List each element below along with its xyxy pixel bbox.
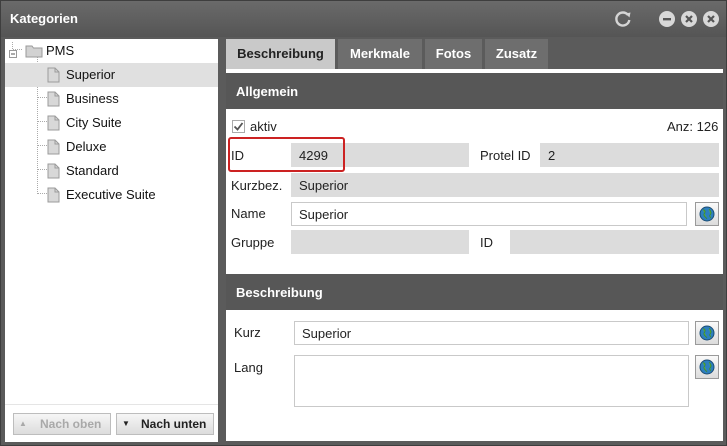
globe-icon	[699, 359, 715, 375]
protel-id-value: 2	[548, 148, 556, 163]
tab-merkmale[interactable]: Merkmale	[338, 39, 422, 69]
title-bar: Kategorien	[1, 1, 726, 37]
document-icon	[47, 115, 60, 134]
globe-icon	[699, 206, 715, 222]
tree-item-label: Standard	[66, 163, 119, 178]
name-value: Superior	[299, 207, 349, 222]
kurz-value: Superior	[302, 326, 352, 341]
document-icon	[47, 187, 60, 206]
close-icon[interactable]	[703, 11, 719, 27]
tree-item-label: City Suite	[66, 115, 122, 130]
move-up-button[interactable]: ▲ Nach oben	[13, 413, 111, 435]
window-title: Kategorien	[10, 11, 78, 26]
tab-fotos[interactable]: Fotos	[425, 39, 482, 69]
category-tree-panel: PMS Superior Business City Suite Deluxe	[5, 39, 218, 442]
document-icon	[47, 139, 60, 158]
tree-item-label: Business	[66, 91, 119, 106]
tree-item-label: Executive Suite	[66, 187, 156, 202]
section-allgemein-title: Allgemein	[236, 84, 299, 99]
gruppe-id-field[interactable]	[510, 230, 719, 254]
gruppe-label: Gruppe	[231, 235, 275, 250]
arrow-up-icon: ▲	[19, 419, 27, 428]
tree-item-superior[interactable]: Superior	[5, 63, 218, 87]
tree-item-city-suite[interactable]: City Suite	[5, 111, 218, 135]
document-icon	[47, 91, 60, 110]
section-beschreibung-title: Beschreibung	[236, 285, 323, 300]
kurz-input[interactable]: Superior	[294, 321, 689, 345]
tree-item-label: Superior	[66, 67, 116, 82]
count-label: Anz: 126	[667, 119, 719, 134]
section-beschreibung: Beschreibung	[226, 274, 723, 310]
kurzbez-value: Superior	[299, 178, 349, 193]
tree-item-deluxe[interactable]: Deluxe	[5, 135, 218, 159]
minimize-icon[interactable]	[659, 11, 675, 27]
details-panel: Allgemein aktiv Anz: 126 ID 4299 Protel …	[226, 69, 723, 441]
move-down-button[interactable]: ▼ Nach unten	[116, 413, 214, 435]
tree-footer: ▲ Nach oben ▼ Nach unten	[5, 404, 218, 442]
tree-item-business[interactable]: Business	[5, 87, 218, 111]
tree-item-executive-suite[interactable]: Executive Suite	[5, 183, 218, 207]
name-label: Name	[231, 206, 266, 221]
gruppe-id-label: ID	[480, 235, 493, 250]
move-up-label: Nach oben	[40, 417, 102, 431]
section-allgemein: Allgemein	[226, 73, 723, 109]
name-translate-button[interactable]	[695, 202, 719, 226]
tree-item-label: Deluxe	[66, 139, 107, 154]
move-down-label: Nach unten	[141, 417, 207, 431]
restore-icon[interactable]	[681, 11, 697, 27]
gruppe-field[interactable]	[291, 230, 469, 254]
document-icon	[47, 67, 60, 86]
aktiv-label: aktiv	[250, 119, 277, 134]
folder-icon	[25, 44, 43, 61]
protel-id-field[interactable]: 2	[540, 143, 719, 167]
globe-icon	[699, 325, 715, 341]
kurzbez-field[interactable]: Superior	[291, 173, 719, 197]
arrow-down-icon: ▼	[122, 419, 130, 428]
checkbox-icon[interactable]	[232, 120, 245, 136]
tree-root-label: PMS	[46, 43, 75, 58]
kurz-label: Kurz	[234, 325, 261, 340]
kurzbez-label: Kurzbez.	[231, 178, 283, 193]
protel-id-label: Protel ID	[480, 148, 531, 163]
tab-zusatz[interactable]: Zusatz	[485, 39, 548, 69]
tree-root-pms[interactable]: PMS	[5, 39, 218, 63]
refresh-icon[interactable]	[613, 9, 633, 29]
id-highlight-annotation	[228, 137, 345, 172]
categories-window: Kategorien PMS Superior Business City Su…	[0, 0, 727, 446]
tab-beschreibung[interactable]: Beschreibung	[226, 39, 335, 69]
lang-textarea[interactable]	[294, 355, 689, 407]
document-icon	[47, 163, 60, 182]
lang-label: Lang	[234, 360, 263, 375]
collapse-icon[interactable]	[9, 46, 17, 61]
name-input[interactable]: Superior	[291, 202, 687, 226]
kurz-translate-button[interactable]	[695, 321, 719, 345]
lang-translate-button[interactable]	[695, 355, 719, 379]
tree-item-standard[interactable]: Standard	[5, 159, 218, 183]
